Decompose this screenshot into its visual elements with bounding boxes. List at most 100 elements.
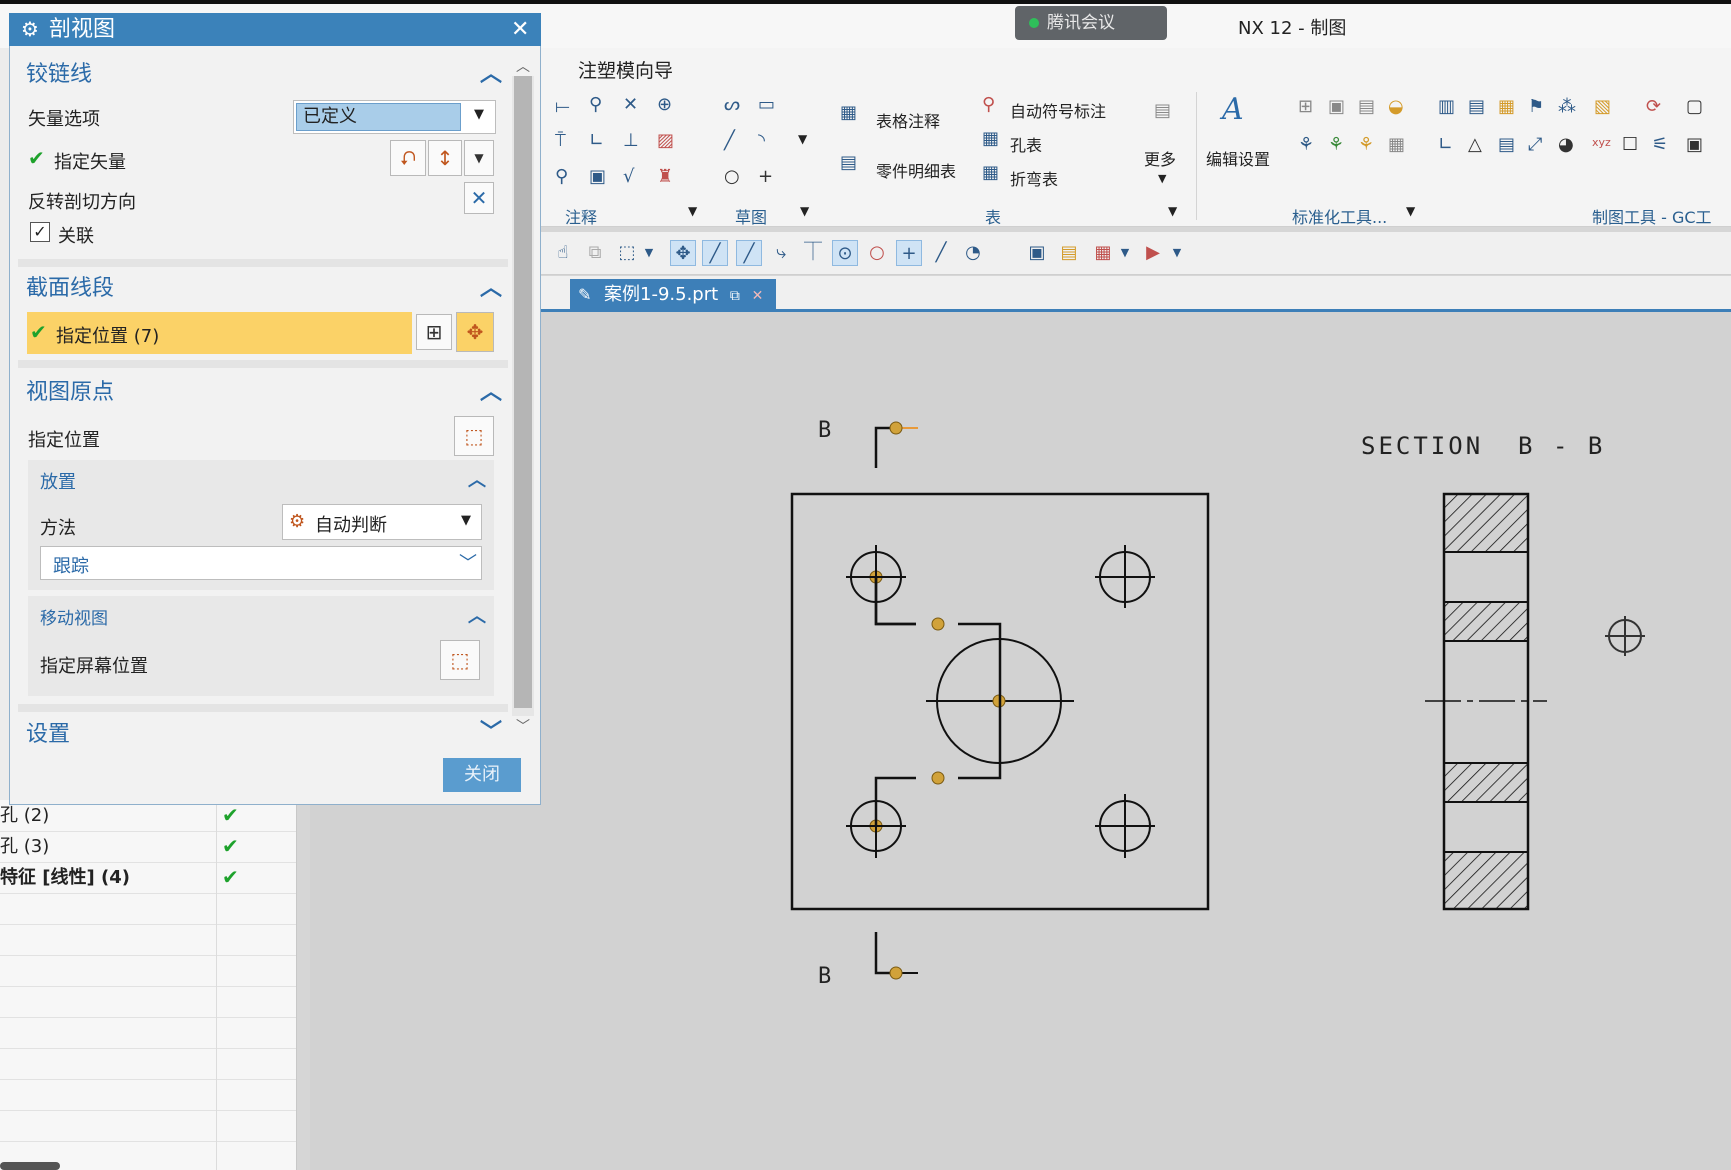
view-origin-collapse-icon[interactable]: ︿	[480, 374, 502, 406]
snap-on-curve-icon[interactable]: ╱	[928, 240, 954, 266]
draft-tool-1-icon[interactable]: ▥	[1438, 96, 1455, 117]
draft-tool-9-icon[interactable]: ∟	[1438, 134, 1453, 155]
std-tool-2-icon[interactable]: ▣	[1328, 96, 1345, 117]
snap-control-icon[interactable]: ⤷	[768, 240, 794, 266]
hinge-line-section-title[interactable]: 铰链线	[26, 56, 92, 88]
draft-tool-12-icon[interactable]: ⤢	[1528, 134, 1542, 155]
circle-icon[interactable]: ○	[724, 166, 740, 187]
view-grid-dropdown-icon[interactable]: ▼	[1112, 240, 1138, 266]
edit-settings-button[interactable]: A 编辑设置	[1200, 92, 1290, 202]
select-icon[interactable]: ☝	[550, 240, 576, 266]
std-tool-8-icon[interactable]: ▦	[1388, 134, 1405, 155]
draft-tool-4-icon[interactable]: ⚑	[1528, 96, 1544, 117]
pin-icon[interactable]: ⧉	[730, 288, 740, 304]
scroll-down-icon[interactable]: ﹀	[516, 716, 530, 736]
xyz-icon[interactable]: xyz	[1592, 136, 1611, 149]
move-view-collapse-icon[interactable]: ︿	[468, 602, 486, 628]
auto-symbol-button[interactable]: 自动符号标注	[1010, 98, 1106, 122]
std-tool-4-icon[interactable]: ◒	[1388, 96, 1404, 117]
section-segment-collapse-icon[interactable]: ︿	[480, 270, 502, 302]
reverse-direction-button[interactable]: ✕	[464, 182, 494, 214]
add-location-button[interactable]: ⊞	[416, 314, 452, 350]
vector-dropdown-button[interactable]: ▼	[464, 140, 494, 176]
draft-tool-6-icon[interactable]: ▧	[1594, 96, 1611, 117]
vector-constructor-button[interactable]: ↕	[428, 140, 462, 176]
origin-location-button[interactable]: ⬚	[454, 416, 494, 456]
triangle-icon[interactable]: △	[1468, 134, 1482, 155]
meeting-badge[interactable]: 腾讯会议	[1015, 6, 1167, 40]
snap-midpoint-icon[interactable]: ╱	[736, 240, 762, 266]
view-layout-icon[interactable]: ▤	[1056, 240, 1082, 266]
target-icon[interactable]: ⊕	[657, 94, 672, 115]
arc-icon[interactable]: ◝	[758, 130, 765, 151]
draft-tool-5-icon[interactable]: ⁂	[1558, 96, 1576, 117]
std-tool-6-icon[interactable]: ⚘	[1328, 134, 1344, 155]
snap-endpoint-icon[interactable]: ╱	[702, 240, 728, 266]
std-tool-7-icon[interactable]: ⚘	[1358, 134, 1374, 155]
image-icon[interactable]: ▣	[589, 166, 606, 187]
associative-checkbox[interactable]: ✓	[30, 222, 50, 242]
snap-quadrant-icon[interactable]: ○	[864, 240, 890, 266]
draft-tool-3-icon[interactable]: ▦	[1498, 96, 1515, 117]
vector-option-select[interactable]: 已定义 ▼	[293, 100, 496, 134]
sketch-more-icon[interactable]: ▼	[798, 132, 807, 146]
navigator-row[interactable]: 孔 (3) ✔	[0, 831, 296, 863]
std-tool-3-icon[interactable]: ▤	[1358, 96, 1375, 117]
more-button[interactable]: ▤ 更多 ▼	[1140, 92, 1190, 192]
settings-section-title[interactable]: 设置	[26, 716, 70, 748]
bend-table-button[interactable]: 折弯表	[1010, 166, 1058, 190]
draft-tool-8-icon[interactable]: ▢	[1686, 96, 1703, 117]
angle-icon[interactable]: ∟	[589, 130, 604, 151]
method-select[interactable]: ⚙ 自动判断 ▼	[282, 504, 482, 540]
point-icon[interactable]: +	[758, 166, 773, 187]
snap-tangent-icon[interactable]: ◔	[960, 240, 986, 266]
draft-tool-2-icon[interactable]: ▤	[1468, 96, 1485, 117]
box-select-dropdown-icon[interactable]: ▼	[636, 240, 662, 266]
scroll-up-icon[interactable]: ︿	[516, 56, 530, 76]
parts-list-button[interactable]: 零件明细表	[876, 158, 956, 182]
standard-tools-dropdown-icon[interactable]: ▼	[1406, 204, 1415, 218]
weld-icon[interactable]: ⊥	[623, 130, 639, 151]
rectangle-icon[interactable]: ▭	[758, 94, 775, 115]
document-tab[interactable]: ✎ 案例1-9.5.prt ⧉ ✕	[570, 279, 776, 310]
view-origin-title[interactable]: 视图原点	[26, 374, 114, 406]
annotation-group-dropdown-icon[interactable]: ▼	[688, 204, 697, 218]
dialog-scroll-thumb[interactable]	[514, 76, 532, 708]
filter-icon[interactable]: ⧉	[582, 240, 608, 266]
placement-collapse-icon[interactable]: ︿	[468, 466, 486, 492]
placement-title[interactable]: 放置	[40, 468, 76, 494]
check-mark-icon[interactable]: √	[623, 166, 634, 187]
sketch-group-dropdown-icon[interactable]: ▼	[800, 204, 809, 218]
snap-point-icon[interactable]: +	[896, 240, 922, 266]
draft-tool-7-icon[interactable]: ⟳	[1646, 96, 1661, 117]
hole-table-button[interactable]: 孔表	[1010, 132, 1042, 156]
dialog-close-icon[interactable]: ✕	[511, 13, 529, 46]
snap-center-icon[interactable]: ⊙	[832, 240, 858, 266]
draft-tool-13-icon[interactable]: ◕	[1558, 134, 1574, 155]
section-segment-title[interactable]: 截面线段	[26, 270, 114, 302]
point-dialog-button[interactable]: ✥	[456, 312, 494, 352]
navigator-row[interactable]: 特征 [线性] (4) ✔	[0, 862, 296, 894]
stamp-icon[interactable]: ♜	[657, 166, 673, 187]
draft-tool-15-icon[interactable]: ☐	[1622, 134, 1638, 155]
snap-intersection-icon[interactable]: ⏉	[800, 240, 826, 266]
draft-tool-11-icon[interactable]: ▤	[1498, 134, 1515, 155]
line-icon[interactable]: ╱	[724, 130, 735, 151]
view-render-icon[interactable]: ▶	[1140, 240, 1166, 266]
screen-location-button[interactable]: ⬚	[440, 640, 480, 680]
view-render-dropdown-icon[interactable]: ▼	[1164, 240, 1190, 266]
std-tool-1-icon[interactable]: ⊞	[1298, 96, 1313, 117]
view-fit-icon[interactable]: ▣	[1024, 240, 1050, 266]
std-tool-5-icon[interactable]: ⚘	[1298, 134, 1314, 155]
draft-tool-17-icon[interactable]: ▣	[1686, 134, 1703, 155]
hinge-line-collapse-icon[interactable]: ︿	[480, 56, 502, 88]
close-button[interactable]: 关闭	[443, 758, 521, 792]
settings-expand-icon[interactable]: ﹀	[480, 714, 502, 746]
find-icon[interactable]: ⚲	[589, 94, 602, 115]
snap-all-icon[interactable]: ✥	[670, 240, 696, 266]
datum-icon[interactable]: ⍑	[555, 130, 566, 151]
ribbon-tab-mold-wizard[interactable]: 注塑模向导	[578, 56, 673, 83]
table-group-dropdown-icon[interactable]: ▼	[1168, 204, 1177, 218]
navigator-scrollbar[interactable]	[0, 1162, 60, 1170]
vector-flip-button[interactable]: ⮏	[390, 140, 426, 176]
